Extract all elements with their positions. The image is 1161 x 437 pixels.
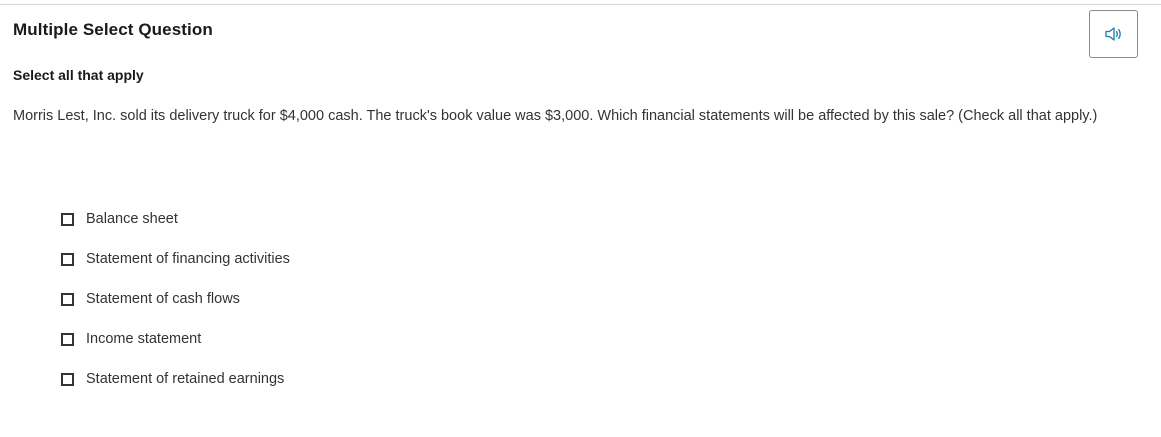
checkbox[interactable] xyxy=(61,292,74,306)
speaker-icon xyxy=(1104,26,1124,42)
option-label: Statement of financing activities xyxy=(86,251,290,267)
option-label: Income statement xyxy=(86,331,202,347)
checkbox[interactable] xyxy=(61,212,74,226)
option-income-statement[interactable]: Income statement xyxy=(61,329,290,349)
option-label: Balance sheet xyxy=(86,211,178,227)
checkbox[interactable] xyxy=(61,372,74,386)
option-balance-sheet[interactable]: Balance sheet xyxy=(61,209,290,229)
top-divider xyxy=(0,4,1161,5)
question-prompt: Morris Lest, Inc. sold its delivery truc… xyxy=(13,108,1098,124)
instruction-text: Select all that apply xyxy=(13,67,144,83)
option-statement-of-cash-flows[interactable]: Statement of cash flows xyxy=(61,289,290,309)
read-aloud-button[interactable] xyxy=(1089,10,1138,58)
option-label: Statement of retained earnings xyxy=(86,371,285,387)
option-statement-of-financing-activities[interactable]: Statement of financing activities xyxy=(61,249,290,269)
option-statement-of-retained-earnings[interactable]: Statement of retained earnings xyxy=(61,369,290,389)
answer-options: Balance sheet Statement of financing act… xyxy=(61,209,290,409)
checkbox[interactable] xyxy=(61,252,74,266)
question-type-heading: Multiple Select Question xyxy=(13,20,213,39)
option-label: Statement of cash flows xyxy=(86,291,240,307)
checkbox[interactable] xyxy=(61,332,74,346)
